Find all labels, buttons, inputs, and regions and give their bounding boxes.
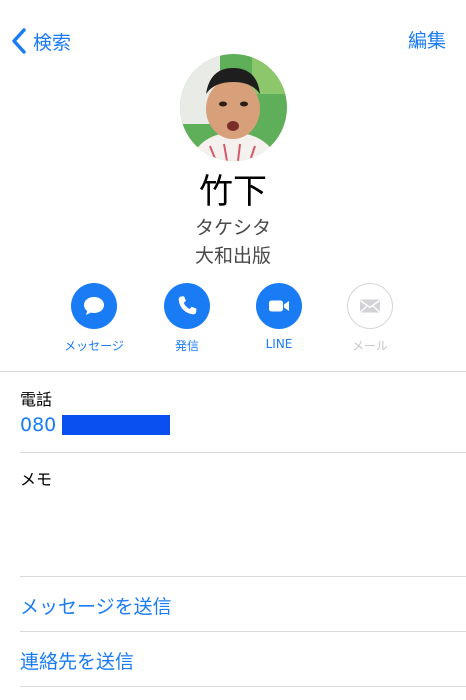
contact-name-kana: タケシタ xyxy=(194,217,271,239)
send-contact-divider xyxy=(20,686,466,687)
mail-action-label: メール xyxy=(351,339,388,353)
message-action-button[interactable]: メッセージ xyxy=(44,283,144,354)
contact-company: 大和出版 xyxy=(194,245,271,267)
header-divider xyxy=(0,371,466,372)
memo-label: メモ xyxy=(20,470,53,489)
phone-icon xyxy=(178,296,197,315)
chevron-left-icon xyxy=(12,28,26,54)
message-bubble-icon xyxy=(84,297,104,315)
mail-icon xyxy=(360,299,380,313)
message-action-label: メッセージ xyxy=(64,339,124,353)
avatar xyxy=(180,54,287,161)
call-action-label: 発信 xyxy=(174,339,199,353)
send-contact-link[interactable]: 連絡先を送信 xyxy=(20,647,134,674)
contact-name: 竹下 xyxy=(199,172,267,212)
line-action-label: LINE xyxy=(265,337,293,351)
phone-label: 電話 xyxy=(20,390,53,409)
send-message-link[interactable]: メッセージを送信 xyxy=(20,592,172,619)
back-button[interactable]: 検索 xyxy=(10,24,71,58)
line-action-button[interactable]: LINE xyxy=(229,283,329,351)
edit-button[interactable]: 編集 xyxy=(408,26,446,53)
memo-field[interactable] xyxy=(20,492,450,572)
phone-divider xyxy=(20,452,466,453)
memo-divider xyxy=(20,576,466,577)
action-buttons: メッセージ 発信 LINE メール xyxy=(0,283,466,355)
phone-number-visible: 080 xyxy=(20,414,57,436)
video-icon xyxy=(269,300,289,312)
phone-number-redaction xyxy=(62,415,171,435)
call-action-button[interactable]: 発信 xyxy=(137,283,237,354)
back-button-label: 検索 xyxy=(33,31,72,54)
mail-action-button[interactable]: メール xyxy=(320,283,420,354)
phone-number[interactable]: 080 xyxy=(20,412,171,438)
send-message-divider xyxy=(20,631,466,632)
